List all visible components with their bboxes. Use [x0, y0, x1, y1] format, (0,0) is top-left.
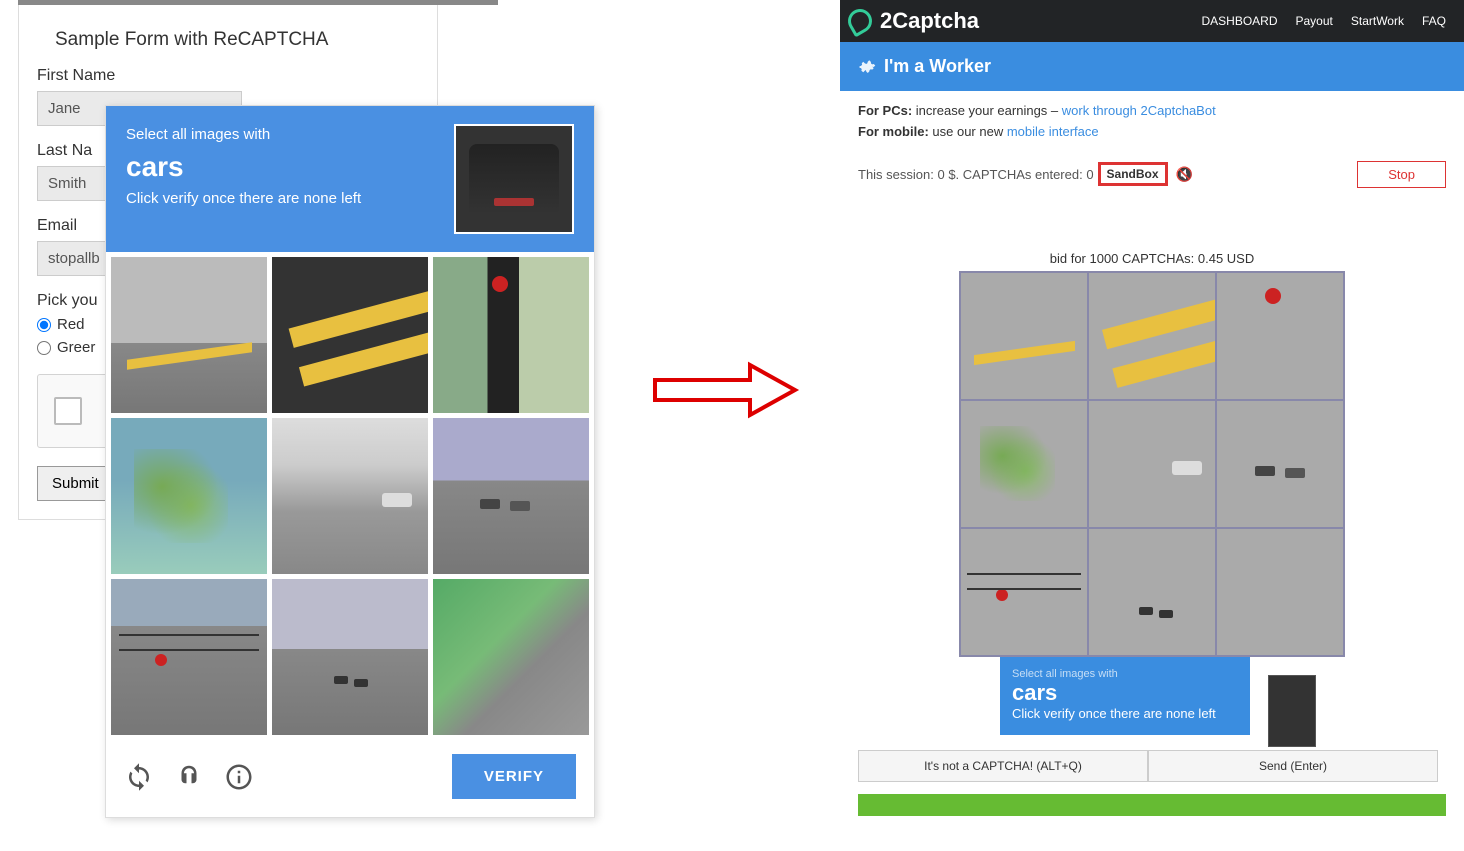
- worker-tile-5[interactable]: [1088, 400, 1216, 528]
- worker-tile-4[interactable]: [960, 400, 1088, 528]
- speaker-mute-icon[interactable]: 🔇: [1176, 166, 1193, 183]
- worker-panel: 2Captcha DASHBOARD Payout StartWork FAQ …: [840, 0, 1464, 816]
- worker-heading: I'm a Worker: [884, 56, 991, 77]
- worker-instr-target: cars: [1012, 680, 1238, 706]
- captcha-tile-8[interactable]: [272, 579, 428, 735]
- top-nav: 2Captcha DASHBOARD Payout StartWork FAQ: [840, 0, 1464, 42]
- tip-pc-text: increase your earnings –: [912, 103, 1062, 118]
- worker-heading-bar: I'm a Worker: [840, 42, 1464, 91]
- worker-captcha-grid: [959, 271, 1345, 657]
- recaptcha-checkbox[interactable]: [54, 397, 82, 425]
- captcha-tile-2[interactable]: [272, 257, 428, 413]
- brand-logo-icon: [844, 5, 877, 38]
- nav-startwork[interactable]: StartWork: [1351, 14, 1404, 28]
- tip-pc-prefix: For PCs:: [858, 103, 912, 118]
- captcha-header: Select all images with cars Click verify…: [106, 106, 594, 252]
- worker-tile-3[interactable]: [1216, 272, 1344, 400]
- radio-red-label: Red: [57, 316, 85, 333]
- bottom-buttons: It's not a CAPTCHA! (ALT+Q) Send (Enter): [858, 750, 1438, 782]
- captcha-tile-5[interactable]: [272, 418, 428, 574]
- brand[interactable]: 2Captcha: [840, 8, 979, 34]
- not-captcha-button[interactable]: It's not a CAPTCHA! (ALT+Q): [858, 750, 1148, 782]
- worker-sample-thumb: [1268, 675, 1316, 747]
- worker-instruction: Select all images with cars Click verify…: [1000, 657, 1250, 735]
- worker-tile-6[interactable]: [1216, 400, 1344, 528]
- tips-block: For PCs: increase your earnings – work t…: [840, 91, 1464, 153]
- tip-mobile-link[interactable]: mobile interface: [1007, 124, 1099, 139]
- worker-instr-sub: Click verify once there are none left: [1012, 706, 1216, 721]
- submit-button[interactable]: Submit: [37, 466, 114, 501]
- radio-green[interactable]: [37, 341, 51, 355]
- worker-instr-top: Select all images with: [1012, 668, 1118, 680]
- captcha-tile-7[interactable]: [111, 579, 267, 735]
- captcha-tile-1[interactable]: [111, 257, 267, 413]
- captcha-grid: [106, 252, 594, 740]
- worker-tile-2[interactable]: [1088, 272, 1216, 400]
- captcha-tile-4[interactable]: [111, 418, 267, 574]
- tip-mobile-prefix: For mobile:: [858, 124, 929, 139]
- stop-button[interactable]: Stop: [1357, 161, 1446, 188]
- brand-name: 2Captcha: [880, 8, 979, 34]
- audio-icon[interactable]: [174, 762, 204, 792]
- radio-red[interactable]: [37, 318, 51, 332]
- nav-dashboard[interactable]: DASHBOARD: [1201, 14, 1277, 28]
- captcha-footer: VERIFY: [106, 740, 594, 817]
- captcha-tile-6[interactable]: [433, 418, 589, 574]
- progress-bar: [858, 794, 1446, 816]
- reload-icon[interactable]: [124, 762, 154, 792]
- worker-tile-9[interactable]: [1216, 528, 1344, 656]
- captcha-target: cars: [126, 147, 361, 186]
- captcha-prompt-line2: Click verify once there are none left: [126, 190, 361, 207]
- tip-mobile-text: use our new: [929, 124, 1007, 139]
- first-name-label: First Name: [37, 67, 419, 85]
- worker-tile-7[interactable]: [960, 528, 1088, 656]
- bid-text: bid for 1000 CAPTCHAs: 0.45 USD: [840, 251, 1464, 266]
- gear-icon: [858, 58, 876, 76]
- session-text: This session: 0 $. CAPTCHAs entered: 0: [858, 167, 1094, 182]
- tip-pc-link[interactable]: work through 2CaptchaBot: [1062, 103, 1216, 118]
- recaptcha-popup: Select all images with cars Click verify…: [105, 105, 595, 818]
- captcha-prompt-line1: Select all images with: [126, 126, 270, 143]
- radio-green-label: Greer: [57, 339, 95, 356]
- arrow-icon: [650, 360, 800, 420]
- captcha-tile-9[interactable]: [433, 579, 589, 735]
- top-gray-bar: [18, 0, 498, 5]
- nav-payout[interactable]: Payout: [1296, 14, 1333, 28]
- session-row: This session: 0 $. CAPTCHAs entered: 0 S…: [840, 153, 1464, 196]
- captcha-sample-image: [454, 124, 574, 234]
- worker-tile-8[interactable]: [1088, 528, 1216, 656]
- send-button[interactable]: Send (Enter): [1148, 750, 1438, 782]
- form-title: Sample Form with ReCAPTCHA: [55, 29, 419, 51]
- info-icon[interactable]: [224, 762, 254, 792]
- captcha-tile-3[interactable]: [433, 257, 589, 413]
- nav-faq[interactable]: FAQ: [1422, 14, 1446, 28]
- verify-button[interactable]: VERIFY: [452, 754, 576, 799]
- sandbox-badge: SandBox: [1098, 162, 1168, 186]
- worker-tile-1[interactable]: [960, 272, 1088, 400]
